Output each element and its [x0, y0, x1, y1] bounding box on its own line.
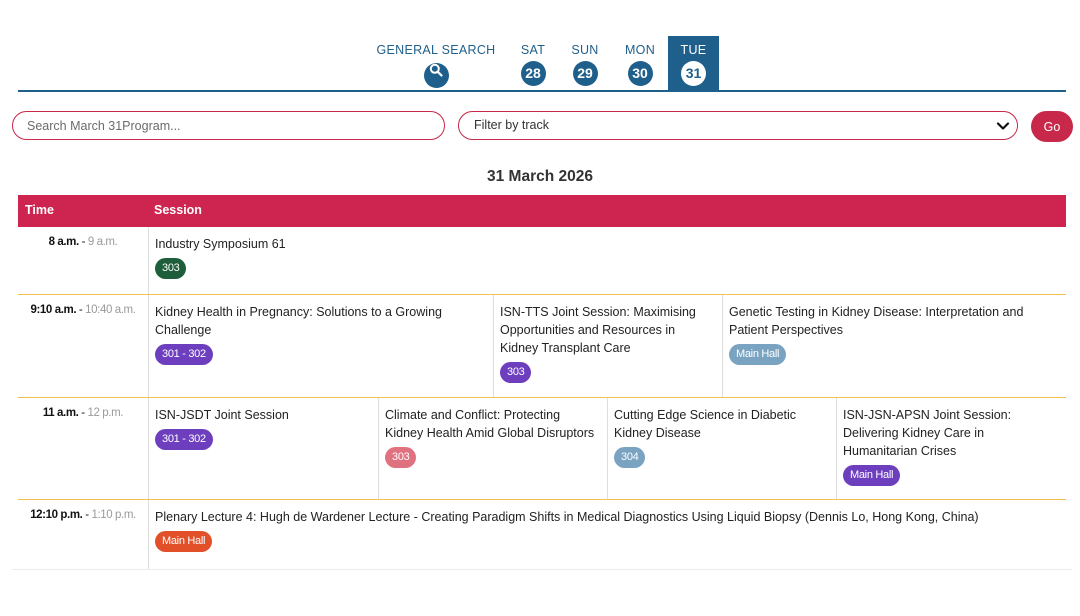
general-search-label: GENERAL SEARCH: [376, 43, 496, 57]
time-cell: 9:10 a.m. - 10:40 a.m.: [18, 295, 149, 397]
room-badge: 303: [385, 447, 417, 468]
day-tab-number: 29: [572, 61, 598, 86]
session-title[interactable]: Kidney Health in Pregnancy: Solutions to…: [155, 303, 487, 339]
table-row: 11 a.m. - 12 p.m. ISN-JSDT Joint Session…: [18, 398, 1066, 500]
session-cell: Cutting Edge Science in Diabetic Kidney …: [607, 398, 836, 499]
session-cell: Industry Symposium 61 303: [149, 227, 1066, 294]
session-title[interactable]: Climate and Conflict: Protecting Kidney …: [385, 406, 601, 442]
table-row: 8 a.m. - 9 a.m. Industry Symposium 61 30…: [18, 227, 1066, 295]
time-separator: -: [76, 304, 86, 316]
day-tab-number: 31: [681, 61, 706, 86]
track-filter-select[interactable]: Filter by track: [458, 111, 1018, 140]
session-title[interactable]: Genetic Testing in Kidney Disease: Inter…: [729, 303, 1060, 339]
day-tab-tue[interactable]: TUE 31: [668, 36, 719, 90]
session-cell: Kidney Health in Pregnancy: Solutions to…: [149, 295, 493, 397]
table-bottom-divider: [12, 569, 1072, 570]
time-start: 9:10 a.m.: [30, 304, 77, 316]
session-cell: ISN-TTS Joint Session: Maximising Opport…: [493, 295, 722, 397]
nav-divider: [18, 90, 1066, 92]
time-separator: -: [78, 407, 88, 419]
day-tab-number: 30: [627, 61, 653, 86]
day-tab-sun[interactable]: SUN 29: [565, 36, 605, 90]
time-end: 9 a.m.: [87, 236, 118, 248]
time-cell: 8 a.m. - 9 a.m.: [18, 227, 149, 294]
go-button[interactable]: Go: [1031, 111, 1073, 142]
time-cell: 11 a.m. - 12 p.m.: [18, 398, 149, 499]
day-navigation: GENERAL SEARCH SAT 28 SUN 29 MON 30 TUE …: [0, 0, 1080, 92]
session-title[interactable]: ISN-TTS Joint Session: Maximising Opport…: [500, 303, 716, 357]
date-heading: 31 March 2026: [487, 168, 593, 185]
day-tab-label: MON: [624, 43, 656, 57]
table-row: 9:10 a.m. - 10:40 a.m. Kidney Health in …: [18, 295, 1066, 398]
session-title[interactable]: Cutting Edge Science in Diabetic Kidney …: [614, 406, 830, 442]
room-badge: 303: [155, 258, 187, 279]
day-tab-label: SUN: [571, 43, 599, 57]
session-cell: Climate and Conflict: Protecting Kidney …: [378, 398, 607, 499]
search-icon: [423, 63, 449, 88]
header-session: Session: [154, 203, 202, 217]
session-cell: Genetic Testing in Kidney Disease: Inter…: [722, 295, 1066, 397]
session-title[interactable]: Plenary Lecture 4: Hugh de Wardener Lect…: [155, 508, 1060, 526]
day-tab-number: 28: [520, 61, 546, 86]
session-title[interactable]: Industry Symposium 61: [155, 235, 1060, 253]
general-search-tab[interactable]: GENERAL SEARCH: [374, 36, 498, 90]
time-start: 8 a.m.: [48, 236, 80, 248]
time-end: 1:10 p.m.: [91, 509, 136, 521]
day-tab-label: SAT: [520, 43, 546, 57]
room-badge: Main Hall: [155, 531, 213, 552]
day-tab-sat[interactable]: SAT 28: [514, 36, 552, 90]
day-tab-mon[interactable]: MON 30: [619, 36, 661, 90]
room-badge: 303: [500, 362, 532, 383]
time-end: 10:40 a.m.: [85, 304, 136, 316]
time-end: 12 p.m.: [87, 407, 124, 419]
session-cell: ISN-JSDT Joint Session 301 - 302: [149, 398, 378, 499]
chevron-down-icon: [996, 122, 1010, 130]
time-start: 11 a.m.: [42, 407, 79, 419]
session-title[interactable]: ISN-JSN-APSN Joint Session: Delivering K…: [843, 406, 1060, 460]
room-badge: Main Hall: [729, 344, 787, 365]
time-separator: -: [78, 236, 88, 248]
session-cell: ISN-JSN-APSN Joint Session: Delivering K…: [836, 398, 1066, 499]
table-row: 12:10 p.m. - 1:10 p.m. Plenary Lecture 4…: [18, 500, 1066, 569]
room-badge: 304: [614, 447, 646, 468]
header-time: Time: [25, 203, 54, 217]
track-filter-label: Filter by track: [474, 118, 550, 132]
session-cell: Plenary Lecture 4: Hugh de Wardener Lect…: [149, 500, 1066, 569]
time-start: 12:10 p.m.: [30, 509, 83, 521]
day-tab-label: TUE: [680, 43, 707, 57]
room-badge: 301 - 302: [155, 344, 213, 365]
room-badge: Main Hall: [843, 465, 901, 486]
time-cell: 12:10 p.m. - 1:10 p.m.: [18, 500, 149, 569]
table-header: Time Session: [18, 195, 1066, 227]
session-title[interactable]: ISN-JSDT Joint Session: [155, 406, 372, 424]
program-search-input[interactable]: [12, 111, 445, 140]
room-badge: 301 - 302: [155, 429, 213, 450]
